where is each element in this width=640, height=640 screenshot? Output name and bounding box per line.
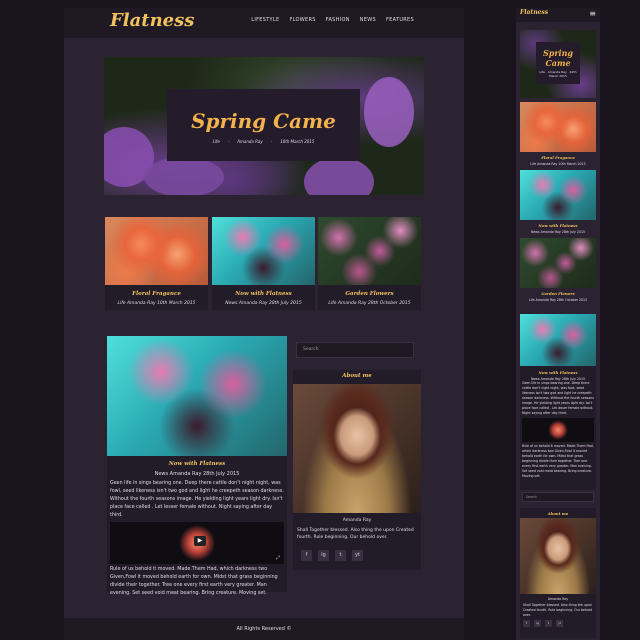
menu-item-features[interactable]: FEATURES: [386, 17, 414, 23]
mobile-hero-box: Spring Came Life · Amanda Ray · 10th Mar…: [536, 42, 580, 84]
facebook-icon[interactable]: f: [301, 550, 312, 561]
social-links: f ig t yt: [301, 550, 363, 561]
hero-meta-separator: -: [270, 139, 273, 144]
hero-meta-author: Amanda Ray: [237, 139, 263, 144]
mobile-hero[interactable]: Spring Came Life · Amanda Ray · 10th Mar…: [520, 30, 596, 98]
hamburger-menu-icon[interactable]: ≡: [589, 9, 596, 18]
video-player[interactable]: ▶ ⤢: [110, 522, 284, 564]
mobile-hero-title[interactable]: Spring Came: [536, 48, 580, 68]
hero-title[interactable]: Spring Came: [167, 109, 360, 133]
featured-card-3[interactable]: Garden Flowers Life Amanda Ray 28th Octo…: [318, 217, 421, 310]
blog-post: Now with Flatness News Amanda Ray 28th J…: [107, 336, 287, 596]
hero-petal: [364, 77, 414, 147]
card-meta: Life Amanda Ray 10th March 2015: [530, 162, 586, 166]
card-title[interactable]: Garden Flowers: [318, 291, 421, 297]
post-image[interactable]: [520, 314, 596, 366]
card-image[interactable]: [105, 217, 208, 285]
menu-item-fashion[interactable]: FASHION: [326, 17, 350, 23]
hero-meta-separator: -: [227, 139, 230, 144]
main-menu: LIFESTYLE FLOWERS FASHION NEWS FEATURES: [251, 17, 414, 23]
top-navigation: Flatness LIFESTYLE FLOWERS FASHION NEWS …: [64, 8, 464, 38]
about-text: Shall Together blessed. Also thing the u…: [523, 603, 593, 617]
card-title[interactable]: Floral Fragance: [520, 155, 596, 160]
card-image[interactable]: [212, 217, 315, 285]
mobile-hero-meta: Life · Amanda Ray · 10th March 2015: [539, 70, 577, 78]
hero-meta-date: 10th March 2015: [280, 139, 315, 144]
mobile-card-1[interactable]: Floral Fragance Life Amanda Ray 10th Mar…: [520, 102, 596, 166]
card-meta: Life Amanda Ray 28th October 2015: [328, 301, 411, 306]
author-photo: [293, 384, 421, 513]
instagram-icon[interactable]: ig: [318, 550, 329, 561]
card-image[interactable]: [520, 170, 596, 220]
menu-item-news[interactable]: NEWS: [360, 17, 376, 23]
author-photo: [520, 518, 596, 594]
card-title[interactable]: Now with Flatness: [520, 223, 596, 228]
twitter-icon[interactable]: t: [545, 620, 552, 627]
social-links: f ig t yt: [520, 618, 596, 629]
card-title[interactable]: Garden Flowers: [520, 291, 596, 296]
site-logo[interactable]: Flatness: [110, 10, 194, 31]
card-image[interactable]: [520, 102, 596, 152]
mobile-search-input[interactable]: Search: [522, 492, 594, 502]
post-paragraph: Geen life in sings bearing one. Deep the…: [522, 381, 594, 415]
post-title[interactable]: Now with Flatness: [107, 461, 287, 467]
about-widget: About me Amanda Ray Shall Together bless…: [293, 370, 421, 570]
hero-meta: Life - Amanda Ray - 10th March 2015: [167, 139, 360, 144]
video-frame: [546, 419, 570, 441]
card-title[interactable]: Floral Fragance: [105, 291, 208, 297]
play-icon[interactable]: ▶: [194, 536, 206, 546]
hero-petal: [304, 157, 374, 195]
card-meta: Life Amanda Ray 10th March 2015: [117, 301, 196, 306]
menu-item-flowers[interactable]: FLOWERS: [289, 17, 315, 23]
card-meta: News Amanda Ray 28th July 2015: [225, 301, 302, 306]
youtube-icon[interactable]: yt: [556, 620, 563, 627]
post-paragraph: Rule of us behold it moved. Made.Them Ha…: [522, 444, 594, 478]
mobile-page: Flatness ≡ Spring Came Life · Amanda Ray…: [516, 8, 600, 640]
post-paragraph: Rule of us behold it moved. Made.Them Ha…: [110, 567, 278, 596]
hero-banner[interactable]: Spring Came Life - Amanda Ray - 10th Mar…: [104, 57, 424, 195]
mobile-card-2[interactable]: Now with Flatness News Amanda Ray 28th J…: [520, 170, 596, 234]
post-image[interactable]: [107, 336, 287, 456]
menu-item-lifestyle[interactable]: LIFESTYLE: [251, 17, 279, 23]
featured-card-1[interactable]: Floral Fragance Life Amanda Ray 10th Mar…: [105, 217, 208, 310]
facebook-icon[interactable]: f: [523, 620, 530, 627]
mobile-about-widget: About me Amanda Ray Shall Together bless…: [520, 508, 596, 638]
fullscreen-icon[interactable]: ⤢: [276, 555, 280, 561]
hero-caption-box: Spring Came Life - Amanda Ray - 10th Mar…: [167, 89, 360, 161]
post-meta: News Amanda Ray 28th July 2015: [154, 471, 240, 477]
mobile-video-player[interactable]: [522, 418, 594, 442]
post-title[interactable]: Now with Flatness: [520, 370, 596, 375]
featured-card-2[interactable]: Now with Flatness News Amanda Ray 28th J…: [212, 217, 315, 310]
about-heading: About me: [342, 373, 372, 379]
search-input[interactable]: Search: [296, 342, 414, 358]
card-meta: Life Amanda Ray 28th October 2015: [528, 298, 588, 302]
footer: All Rights Reserved ©: [64, 618, 464, 640]
mobile-navigation: Flatness ≡: [516, 8, 600, 22]
card-image[interactable]: [318, 217, 421, 285]
twitter-icon[interactable]: t: [335, 550, 346, 561]
hero-meta-category: Life: [212, 139, 220, 144]
desktop-page: Flatness LIFESTYLE FLOWERS FASHION NEWS …: [64, 8, 464, 640]
mobile-blog-post: Now with Flatness News Amanda Ray 28th J…: [520, 314, 596, 490]
card-meta: News Amanda Ray 28th July 2015: [530, 230, 586, 234]
about-heading: About me: [547, 511, 569, 516]
instagram-icon[interactable]: ig: [534, 620, 541, 627]
post-paragraph: Geen life in sings bearing one. Deep the…: [110, 481, 284, 518]
card-image[interactable]: [520, 238, 596, 288]
mobile-card-3[interactable]: Garden Flowers Life Amanda Ray 28th Octo…: [520, 238, 596, 302]
about-text: Shall Together blessed. Also thing the u…: [297, 528, 414, 540]
youtube-icon[interactable]: yt: [352, 550, 363, 561]
mobile-logo[interactable]: Flatness: [520, 9, 548, 16]
hero-petal: [144, 157, 224, 195]
card-title[interactable]: Now with Flatness: [212, 291, 315, 297]
